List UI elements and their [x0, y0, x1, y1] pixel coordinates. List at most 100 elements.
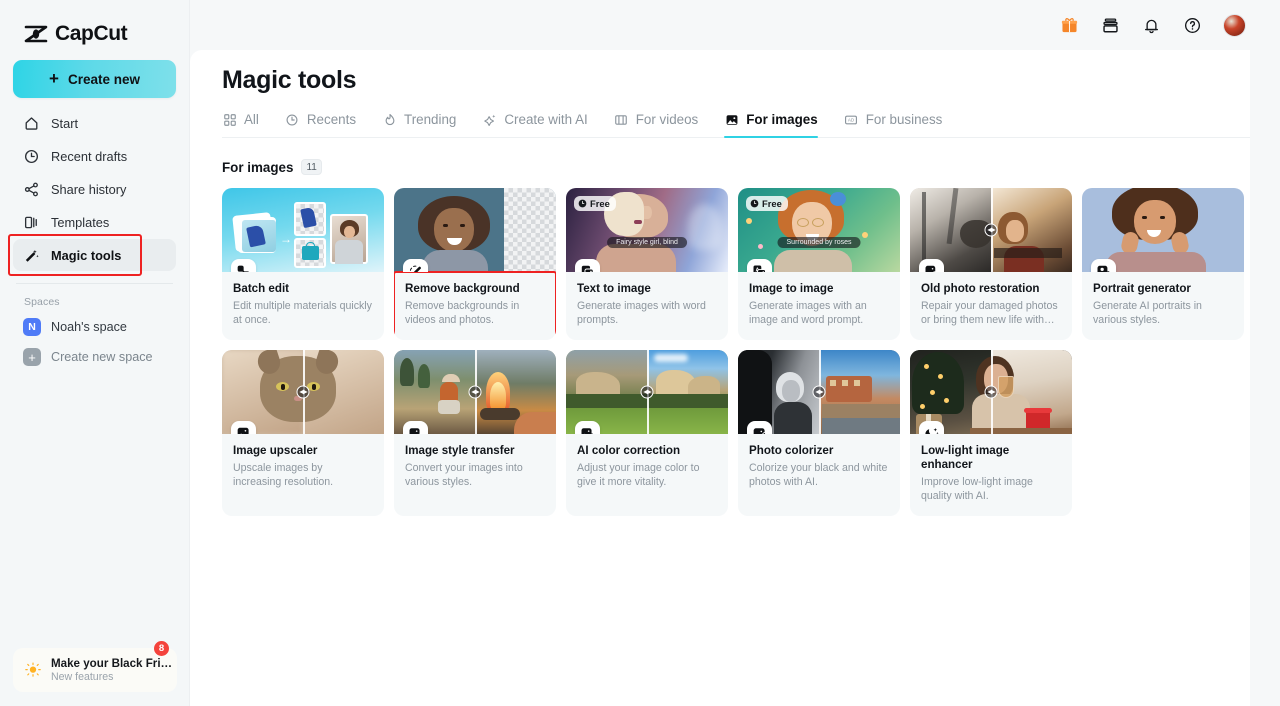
gift-icon[interactable]: [1059, 15, 1079, 35]
compare-slider-handle[interactable]: ◀▶: [984, 385, 998, 399]
card-description: Generate images with word prompts.: [577, 300, 706, 326]
compare-slider-handle[interactable]: ◀▶: [984, 223, 998, 237]
compare-slider-handle[interactable]: ◀▶: [296, 385, 310, 399]
card-title: AI color correction: [577, 444, 681, 457]
tool-card-text-to-image[interactable]: Free Fairy style girl, blind Text to ima…: [566, 188, 728, 340]
content-panel: Magic tools All Recents Trending Create …: [190, 50, 1250, 706]
low-light-enhancer-thumb: ◀▶: [910, 350, 1072, 434]
sidebar-item-magic-tools[interactable]: Magic tools: [8, 234, 176, 276]
tab-bar: All Recents Trending Create with AI For …: [222, 112, 1250, 138]
free-badge: Free: [574, 196, 616, 211]
card-body: Image style transfer Convert your images…: [394, 434, 556, 502]
tool-card-photo-colorizer[interactable]: ◀▶ Photo colorizer Colorize your black a…: [738, 350, 900, 516]
tool-card-old-photo-restoration[interactable]: ◀▶ C Old photo restoration: [910, 188, 1072, 340]
sidebar-item-label: Start: [51, 115, 79, 131]
space-item-label: Noah's space: [51, 320, 127, 334]
group-header: For images 11: [222, 159, 1250, 175]
portrait-generator-icon: [1091, 259, 1116, 272]
compare-slider-handle[interactable]: ◀▶: [640, 385, 654, 399]
card-description: Generate AI portraits in various styles.: [1093, 300, 1202, 326]
tab-for-business[interactable]: AD For business: [844, 112, 942, 137]
tool-card-image-upscaler[interactable]: ◀▶ 4K Image upscaler: [222, 350, 384, 516]
tab-trending[interactable]: Trending: [382, 112, 456, 137]
help-icon[interactable]: [1182, 15, 1202, 35]
clock-icon: [23, 148, 40, 165]
tool-card-image-style-transfer[interactable]: ◀▶ Image style transfer Convert your ima…: [394, 350, 556, 516]
space-item-noahs-space[interactable]: N Noah's space: [0, 312, 189, 342]
batch-edit-icon: [231, 259, 256, 272]
tool-card-portrait-generator[interactable]: Portrait generator Generate AI portraits…: [1082, 188, 1244, 340]
magic-wand-icon: [23, 247, 40, 264]
sidebar-nav: Start Recent drafts Share history Templa…: [0, 107, 189, 276]
tab-create-with-ai[interactable]: Create with AI: [482, 112, 588, 137]
main-area: Magic tools All Recents Trending Create …: [190, 0, 1280, 706]
card-body: Image upscaler Upscale images by increas…: [222, 434, 384, 502]
free-badge: Free: [746, 196, 788, 211]
old-photo-restoration-thumb: ◀▶ C: [910, 188, 1072, 272]
ai-color-correction-icon: [575, 421, 600, 434]
tab-for-images[interactable]: For images: [724, 112, 819, 138]
avatar[interactable]: [1223, 13, 1246, 37]
card-description: Upscale images by increasing resolution.: [233, 462, 334, 488]
card-title: Text to image: [577, 282, 651, 295]
tool-card-batch-edit[interactable]: → Batch edit Edit multiple materials qui…: [222, 188, 384, 340]
spaces-section-title: Spaces: [24, 296, 60, 308]
photo-colorizer-icon: [747, 421, 772, 434]
space-item-create-new-space[interactable]: + Create new space: [0, 342, 189, 372]
plus-icon: +: [23, 348, 41, 366]
film-icon: [614, 112, 629, 127]
tab-label: For images: [746, 112, 818, 127]
brand[interactable]: CapCut: [0, 0, 189, 50]
old-photo-restoration-icon: C: [919, 259, 944, 272]
image-icon: [724, 112, 739, 127]
free-badge-label: Free: [762, 198, 782, 209]
photo-colorizer-thumb: ◀▶: [738, 350, 900, 434]
tool-card-low-light-image-enhancer[interactable]: ◀▶ Low-light image enhancer Improve low-…: [910, 350, 1072, 516]
tool-card-ai-color-correction[interactable]: ◀▶ AI color correction Adjust your image…: [566, 350, 728, 516]
tab-label: All: [244, 112, 259, 127]
tab-recents[interactable]: Recents: [285, 112, 356, 137]
plus-icon: +: [49, 69, 59, 88]
tab-label: Create with AI: [504, 112, 588, 127]
compare-slider-handle[interactable]: ◀▶: [468, 385, 482, 399]
tab-all[interactable]: All: [222, 112, 259, 137]
sidebar-item-label: Templates: [51, 214, 110, 230]
sidebar-item-start[interactable]: Start: [13, 107, 176, 139]
card-title: Old photo restoration: [921, 282, 1040, 295]
card-title: Low-light image enhancer: [921, 444, 1010, 471]
tab-for-videos[interactable]: For videos: [614, 112, 698, 137]
promo-banner[interactable]: Make your Black Fri… New features 8: [13, 641, 177, 692]
tool-card-remove-background[interactable]: Remove background Remove backgrounds in …: [394, 188, 556, 340]
business-icon: AD: [844, 112, 859, 127]
bell-icon[interactable]: [1141, 15, 1161, 35]
card-description: Remove backgrounds in videos and photos.: [405, 300, 520, 326]
image-to-image-icon: A: [747, 259, 772, 272]
card-title: Image upscaler: [233, 444, 318, 457]
sidebar-item-share-history[interactable]: Share history: [13, 173, 176, 205]
card-title: Remove background: [405, 282, 520, 295]
sidebar-item-label: Magic tools: [51, 247, 122, 263]
sidebar-item-label: Share history: [51, 181, 127, 197]
flame-icon: [382, 112, 397, 127]
group-count-badge: 11: [301, 159, 322, 175]
card-body: AI color correction Adjust your image co…: [566, 434, 728, 502]
card-body: Photo colorizer Colorize your black and …: [738, 434, 900, 502]
tool-card-image-to-image[interactable]: Free Surrounded by roses A Image to imag…: [738, 188, 900, 340]
ai-color-correction-thumb: ◀▶: [566, 350, 728, 434]
card-body: Remove background Remove backgrounds in …: [394, 271, 556, 340]
space-item-label: Create new space: [51, 350, 153, 364]
text-to-image-thumb: Free Fairy style girl, blind: [566, 188, 728, 272]
sidebar-item-recent-drafts[interactable]: Recent drafts: [13, 140, 176, 172]
image-upscaler-thumb: ◀▶ 4K: [222, 350, 384, 434]
free-badge-label: Free: [590, 198, 610, 209]
wallet-icon[interactable]: [1100, 15, 1120, 35]
compare-slider-handle[interactable]: ◀▶: [812, 385, 826, 399]
promo-title: Make your Black Fri…: [51, 657, 173, 670]
clock-icon: [578, 199, 587, 208]
sidebar-item-templates[interactable]: Templates: [13, 206, 176, 238]
brand-name: CapCut: [55, 21, 128, 45]
create-new-button[interactable]: + Create new: [13, 60, 176, 98]
promo-count-badge: 8: [154, 641, 169, 656]
capcut-logo-icon: [24, 24, 48, 44]
batch-edit-thumb: →: [222, 188, 384, 272]
